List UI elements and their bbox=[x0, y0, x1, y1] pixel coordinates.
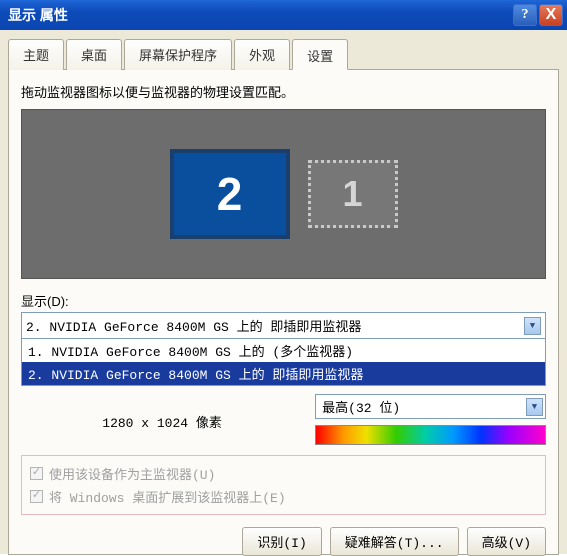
checkbox-label: 将 Windows 桌面扩展到该监视器上(E) bbox=[49, 487, 286, 506]
help-button[interactable]: ? bbox=[513, 4, 537, 26]
window-title: 显示 属性 bbox=[8, 5, 68, 25]
button-row: 识别(I) 疑难解答(T)... 高级(V) bbox=[21, 527, 546, 556]
color-quality-combo[interactable]: 最高(32 位) ▼ bbox=[315, 394, 546, 419]
checkmark-icon: ✓ bbox=[30, 490, 43, 503]
monitor-arrangement-area[interactable]: 2 1 bbox=[21, 109, 546, 279]
advanced-button[interactable]: 高级(V) bbox=[467, 527, 546, 556]
display-combo[interactable]: 2. NVIDIA GeForce 8400M GS 上的 即插即用监视器 ▼ … bbox=[21, 312, 546, 386]
display-option-1[interactable]: 1. NVIDIA GeForce 8400M GS 上的 (多个监视器) bbox=[22, 339, 545, 362]
checkbox-extend-desktop: ✓ 将 Windows 桌面扩展到该监视器上(E) bbox=[30, 485, 537, 508]
checkbox-label: 使用该设备作为主监视器(U) bbox=[49, 464, 215, 483]
titlebar[interactable]: 显示 属性 ? X bbox=[0, 0, 567, 30]
display-combo-dropdown: 1. NVIDIA GeForce 8400M GS 上的 (多个监视器) 2.… bbox=[22, 338, 545, 385]
tab-strip: 主题 桌面 屏幕保护程序 外观 设置 bbox=[8, 38, 559, 69]
display-combo-selected: 2. NVIDIA GeForce 8400M GS 上的 即插即用监视器 bbox=[26, 316, 361, 335]
chevron-down-icon[interactable]: ▼ bbox=[524, 317, 541, 335]
checkbox-primary-monitor: ✓ 使用该设备作为主监视器(U) bbox=[30, 462, 537, 485]
resolution-value: 1280 x 1024 像素 bbox=[21, 412, 303, 431]
settings-panel: 拖动监视器图标以便与监视器的物理设置匹配。 2 1 显示(D): 2. NVID… bbox=[8, 69, 559, 555]
drag-help-text: 拖动监视器图标以便与监视器的物理设置匹配。 bbox=[21, 82, 546, 101]
chevron-down-icon[interactable]: ▼ bbox=[526, 398, 543, 416]
tab-appearance[interactable]: 外观 bbox=[234, 39, 290, 70]
color-quality-section: 最高(32 位) ▼ bbox=[315, 392, 546, 445]
monitor-1[interactable]: 1 bbox=[308, 160, 398, 228]
dialog-client: 主题 桌面 屏幕保护程序 外观 设置 拖动监视器图标以便与监视器的物理设置匹配。… bbox=[0, 30, 567, 554]
tab-desktop[interactable]: 桌面 bbox=[66, 39, 122, 70]
tab-screensaver[interactable]: 屏幕保护程序 bbox=[124, 39, 232, 70]
close-button[interactable]: X bbox=[539, 4, 563, 26]
checkbox-group: ✓ 使用该设备作为主监视器(U) ✓ 将 Windows 桌面扩展到该监视器上(… bbox=[21, 455, 546, 515]
display-label: 显示(D): bbox=[21, 291, 546, 310]
color-spectrum bbox=[315, 425, 546, 445]
monitor-2[interactable]: 2 bbox=[170, 149, 290, 239]
tab-settings[interactable]: 设置 bbox=[292, 39, 348, 70]
display-option-2[interactable]: 2. NVIDIA GeForce 8400M GS 上的 即插即用监视器 bbox=[22, 362, 545, 385]
troubleshoot-button[interactable]: 疑难解答(T)... bbox=[330, 527, 459, 556]
resolution-section: 1280 x 1024 像素 bbox=[21, 392, 303, 445]
color-quality-value: 最高(32 位) bbox=[322, 397, 400, 416]
identify-button[interactable]: 识别(I) bbox=[242, 527, 321, 556]
checkmark-icon: ✓ bbox=[30, 467, 43, 480]
tab-theme[interactable]: 主题 bbox=[8, 39, 64, 70]
